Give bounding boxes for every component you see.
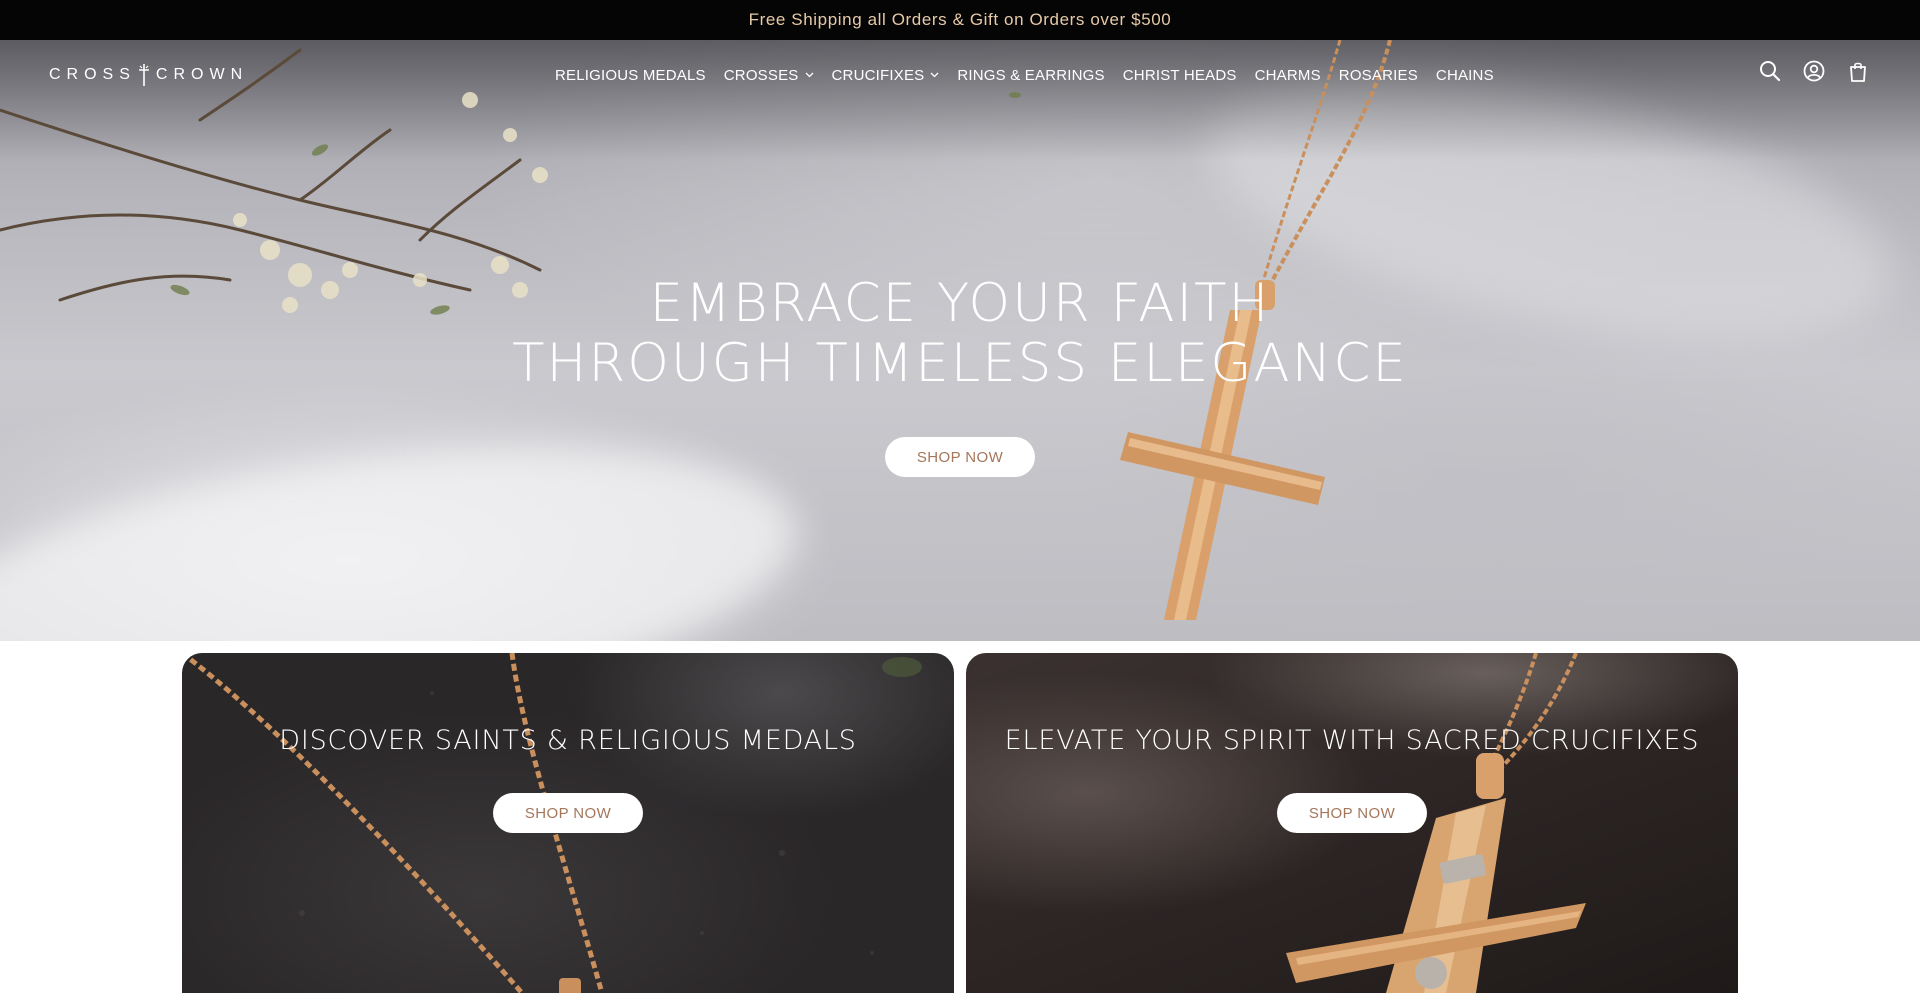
card-crucifixes[interactable]: ELEVATE YOUR SPIRIT WITH SACRED CRUCIFIX… bbox=[966, 653, 1738, 993]
hero-shop-now-button[interactable]: SHOP NOW bbox=[885, 437, 1035, 477]
nav-item-chains[interactable]: CHAINS bbox=[1436, 67, 1494, 84]
nav-item-label: RELIGIOUS MEDALS bbox=[555, 66, 706, 84]
account-icon[interactable] bbox=[1803, 60, 1825, 82]
crucifix-bail bbox=[1476, 753, 1504, 799]
nav-item-label: CHARMS bbox=[1254, 66, 1321, 84]
card-title: ELEVATE YOUR SPIRIT WITH SACRED CRUCIFIX… bbox=[1004, 725, 1700, 756]
nav-item-label: RINGS & EARRINGS bbox=[957, 66, 1105, 84]
hero-title-line-1: EMBRACE YOUR FAITH bbox=[649, 273, 1271, 334]
nav-item-crucifixes[interactable]: CRUCIFIXES bbox=[832, 67, 940, 84]
chevron-down-icon bbox=[930, 72, 939, 78]
nav-item-christ-heads[interactable]: CHRIST HEADS bbox=[1123, 67, 1237, 84]
announcement-bar: Free Shipping all Orders & Gift on Order… bbox=[0, 0, 1920, 40]
saints-medals-shop-now-button[interactable]: SHOP NOW bbox=[493, 793, 643, 833]
card-title: DISCOVER SAINTS & RELIGIOUS MEDALS bbox=[279, 725, 857, 756]
nav-item-rosaries[interactable]: ROSARIES bbox=[1339, 67, 1418, 84]
nav-item-charms[interactable]: CHARMS bbox=[1255, 67, 1321, 84]
chevron-down-icon bbox=[805, 72, 814, 78]
brand-logo[interactable]: CROSS CROWN bbox=[49, 64, 248, 86]
cart-icon[interactable] bbox=[1847, 60, 1869, 82]
nav-item-label: CRUCIFIXES bbox=[831, 66, 925, 84]
hero-title-line-2: THROUGH TIMELESS ELEGANCE bbox=[512, 333, 1408, 394]
card-saints-medals[interactable]: DISCOVER SAINTS & RELIGIOUS MEDALS SHOP … bbox=[182, 653, 954, 993]
nav-item-crosses[interactable]: CROSSES bbox=[724, 67, 814, 84]
hero-title: EMBRACE YOUR FAITH THROUGH TIMELESS ELEG… bbox=[360, 274, 1560, 394]
nav-item-rings-earrings[interactable]: RINGS & EARRINGS bbox=[957, 67, 1104, 84]
main-nav: RELIGIOUS MEDALS CROSSES CRUCIFIXES RING… bbox=[555, 62, 1512, 88]
nav-item-label: CHAINS bbox=[1435, 66, 1494, 84]
medal-bail bbox=[559, 978, 581, 993]
header-icons bbox=[1759, 60, 1869, 82]
logo-cross-icon bbox=[138, 64, 150, 86]
logo-text-right: CROWN bbox=[155, 66, 249, 83]
announcement-text: Free Shipping all Orders & Gift on Order… bbox=[748, 10, 1172, 29]
nav-item-religious-medals[interactable]: RELIGIOUS MEDALS bbox=[555, 67, 706, 84]
site-header: CROSS CROWN RELIGIOUS MEDALS CROSSES CRU… bbox=[0, 40, 1920, 106]
medal-chain bbox=[182, 653, 524, 993]
nav-item-label: CROSSES bbox=[723, 66, 799, 84]
logo-text-left: CROSS bbox=[49, 66, 136, 83]
search-icon[interactable] bbox=[1759, 60, 1781, 82]
nav-item-label: ROSARIES bbox=[1338, 66, 1418, 84]
leaf bbox=[882, 657, 922, 677]
crucifixes-shop-now-button[interactable]: SHOP NOW bbox=[1277, 793, 1427, 833]
nav-item-label: CHRIST HEADS bbox=[1122, 66, 1237, 84]
